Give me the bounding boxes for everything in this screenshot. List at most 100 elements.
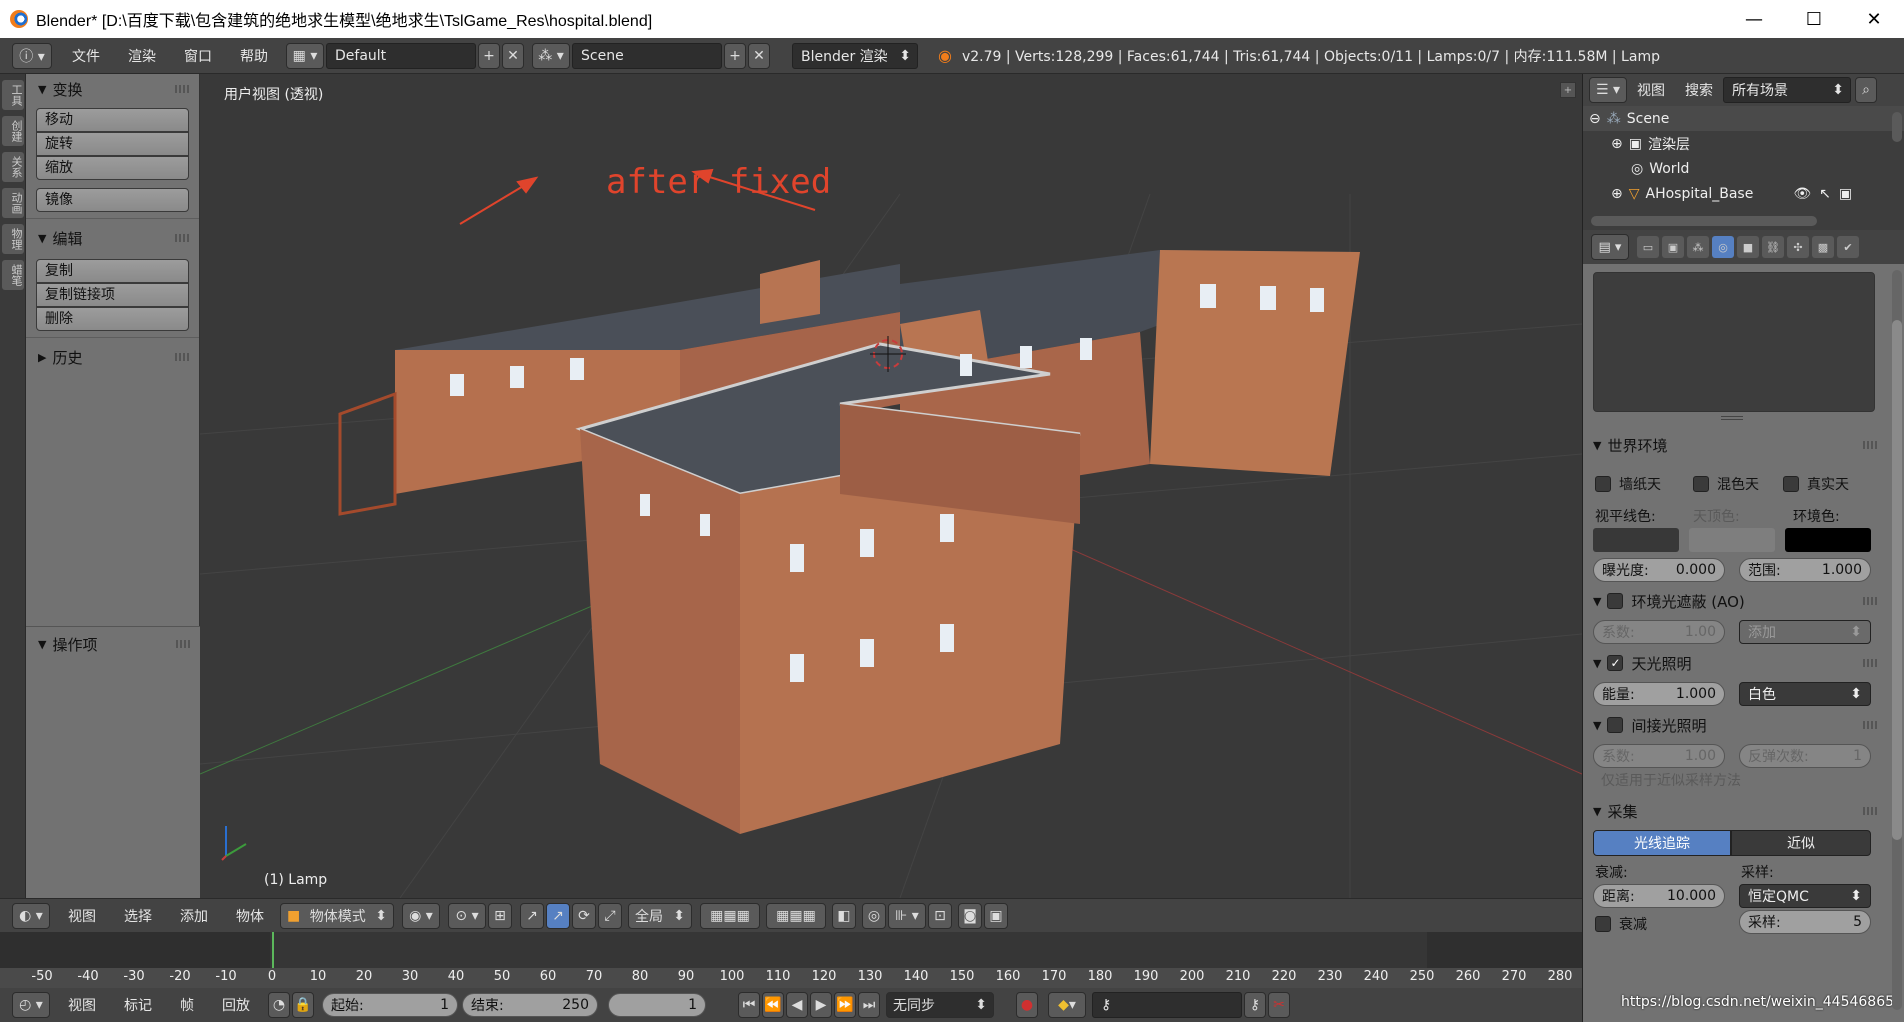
editor-type-timeline-icon[interactable]: ◴ ▾ [12,992,50,1018]
editor-type-outliner-icon[interactable]: ☰ ▾ [1589,77,1627,103]
manipulator-center-icon[interactable]: ⊞ [488,902,512,929]
ao-blend-dropdown[interactable]: 添加 ⬍ [1739,620,1871,644]
texture-tab-icon[interactable]: ▩ [1812,236,1834,258]
outliner-row-renderlayer[interactable]: ⊕ ▣ 渲染层 [1583,131,1904,156]
preview-range-icon[interactable]: ◔ [268,992,290,1018]
resize-grip-icon[interactable] [1721,416,1743,420]
timeline-track[interactable] [0,932,1582,988]
tab-relations[interactable]: 关系 [2,152,24,182]
menu-file[interactable]: 文件 [58,46,114,66]
menu-select[interactable]: 选择 [110,906,166,926]
editor-type-properties-icon[interactable]: ▤ ▾ [1591,234,1629,260]
add-scene-icon[interactable]: + [724,42,746,69]
snap-target-icon[interactable]: ⊡ [928,902,952,929]
drag-grip-icon[interactable] [1863,721,1879,729]
collapse-icon[interactable]: ⊖ [1589,111,1601,127]
manipulator-move-icon[interactable]: ↗ [546,902,570,929]
range-field[interactable]: 范围: 1.000 [1739,558,1871,582]
real-sky-checkbox[interactable]: 真实天 [1783,474,1849,494]
menu-add[interactable]: 添加 [166,906,222,926]
layers-grid-icon[interactable]: ▦▦▦ [700,902,760,929]
tab-create[interactable]: 创建 [2,116,24,146]
mode-dropdown[interactable]: ■ 物体模式 ⬍ [280,902,394,929]
scene-icon[interactable]: ⁂ ▾ [532,42,570,69]
start-frame-field[interactable]: 起始: 1 [322,993,458,1017]
screen-layout-icon[interactable]: ▦ ▾ [286,42,324,69]
layout-field[interactable]: Default [326,42,476,69]
scene-field[interactable]: Scene [572,42,722,69]
pivot-icon[interactable]: ⊙ ▾ [448,902,486,929]
ao-checkbox[interactable] [1607,593,1624,609]
distance-field[interactable]: 距离: 10.000 [1593,884,1725,908]
camera-render-icon[interactable]: ▣ [1839,186,1852,202]
world-section-header[interactable]: ▼ 世界环境 [1593,432,1879,458]
maximize-button[interactable]: ☐ [1784,0,1844,38]
transform-panel-header[interactable]: ▼ 变换 [26,76,199,102]
delete-keyframe-icon[interactable]: ✂ [1268,992,1290,1018]
render-icon[interactable]: ◙ [958,902,982,929]
search-icon[interactable]: ⌕ [1855,77,1877,103]
jump-start-icon[interactable]: ⏮ [738,992,760,1018]
expand-icon[interactable]: ⊕ [1611,136,1623,152]
duplicate-button[interactable]: 复制 [36,259,189,283]
approximate-button[interactable]: 近似 [1731,830,1871,856]
indirect-section-header[interactable]: ▼ 间接光照明 [1593,712,1879,738]
drag-grip-icon[interactable] [1863,441,1879,449]
bounces-field[interactable]: 反弹次数: 1 [1739,744,1871,768]
menu-help[interactable]: 帮助 [226,46,282,66]
menu-view[interactable]: 视图 [54,906,110,926]
play-icon[interactable]: ▶ [810,992,832,1018]
snap-icon[interactable]: ⊪ ▾ [888,902,926,929]
scene-tab-icon[interactable]: ⁂ [1687,236,1709,258]
duplicate-linked-button[interactable]: 复制链接项 [36,283,189,307]
delete-button[interactable]: 删除 [36,307,189,331]
menu-timeline-view[interactable]: 视图 [54,995,110,1015]
samples-field[interactable]: 采样: 5 [1739,910,1871,934]
drag-grip-icon[interactable] [1863,597,1879,605]
outliner-row-object[interactable]: ⊕ ▽ AHospital_Base 👁 ↖ ▣ [1583,181,1904,206]
exposure-field[interactable]: 曝光度: 0.000 [1593,558,1725,582]
world-tab-icon[interactable]: ◎ [1712,236,1734,258]
remove-scene-icon[interactable]: ✕ [748,42,770,69]
zenith-color-swatch[interactable] [1689,528,1775,552]
3d-viewport[interactable]: 用户视图 (透视) (1) Lamp after fixed + [200,74,1582,898]
falloff-checkbox[interactable]: 衰减 [1595,914,1647,934]
render-engine-dropdown[interactable]: Blender 渲染 ⬍ [792,42,918,69]
menu-render[interactable]: 渲染 [114,46,170,66]
scale-manipulator-icon[interactable]: ⤢ [598,902,622,929]
menu-marker[interactable]: 标记 [110,995,166,1015]
timeline-ruler[interactable]: -50 -40 -30 -20 -10 0 10 20 30 40 50 60 70 80 90 100 110… [0,968,1582,988]
menu-window[interactable]: 窗口 [170,46,226,66]
outliner-hscrollbar[interactable] [1591,216,1817,226]
history-panel-header[interactable]: ▶ 历史 [26,344,199,370]
physics-tab-icon[interactable]: ✔ [1837,236,1859,258]
scale-button[interactable]: 缩放 [36,156,189,180]
keying-set-field[interactable]: ⚷ [1092,992,1242,1018]
jump-keyframe-forward-icon[interactable]: ⏩ [834,992,856,1018]
close-button[interactable]: ✕ [1844,0,1904,38]
blend-sky-checkbox[interactable]: 混色天 [1693,474,1759,494]
outliner-view-menu[interactable]: 视图 [1627,80,1675,100]
menu-frame[interactable]: 帧 [166,995,208,1015]
energy-field[interactable]: 能量: 1.000 [1593,682,1725,706]
add-layout-icon[interactable]: + [478,42,500,69]
ao-section-header[interactable]: ▼ 环境光遮蔽 (AO) [1593,588,1879,614]
menu-object[interactable]: 物体 [222,906,278,926]
outliner-filter-dropdown[interactable]: 所有场景 ⬍ [1723,77,1851,103]
mirror-button[interactable]: 镜像 [36,188,189,212]
paper-sky-checkbox[interactable]: 墙纸天 [1595,474,1661,494]
gather-section-header[interactable]: ▼ 采集 [1593,798,1879,824]
ambient-color-swatch[interactable] [1785,528,1871,552]
constraints-tab-icon[interactable]: ⛓ [1762,236,1784,258]
properties-scrollbar-thumb[interactable] [1892,320,1902,840]
edit-panel-header[interactable]: ▼ 编辑 [26,225,199,251]
shading-icon[interactable]: ◉ ▾ [402,902,440,929]
drag-grip-icon[interactable] [175,234,191,242]
tab-animation[interactable]: 动画 [2,188,24,218]
operator-panel-header[interactable]: ▼ 操作项 [26,631,200,657]
proportional-edit-icon[interactable]: ◎ [862,902,886,929]
menu-playback[interactable]: 回放 [208,995,264,1015]
lock-camera-icon[interactable]: ◧ [832,902,856,929]
cursor-select-icon[interactable]: ↖ [1819,186,1831,202]
horizon-color-swatch[interactable] [1593,528,1679,552]
